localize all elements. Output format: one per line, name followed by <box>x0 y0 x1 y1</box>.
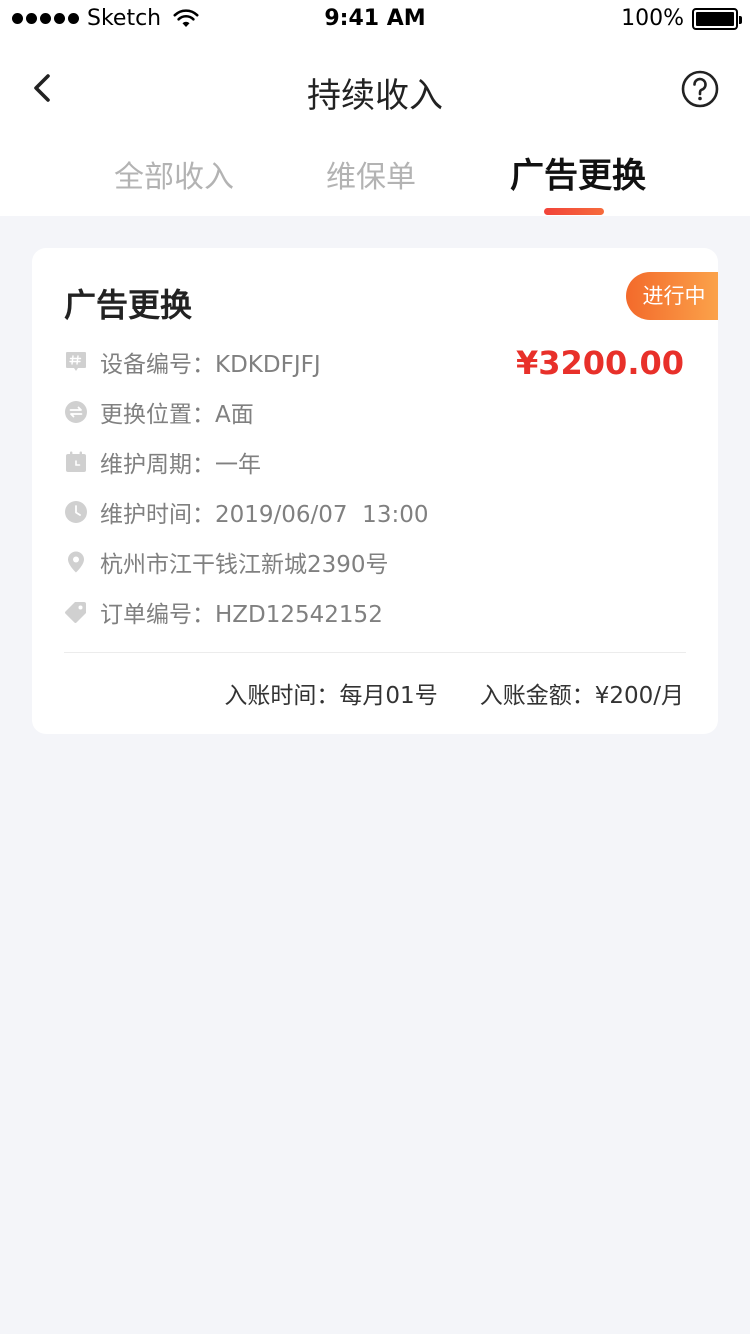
page-title: 持续收入 <box>307 76 443 116</box>
card-footer: 入账时间：每月01号 入账金额：¥200/月 <box>224 676 684 710</box>
info-row-position: 更换位置：A面 <box>64 394 254 430</box>
clock-icon <box>64 500 88 524</box>
tab-all-income[interactable]: 全部收入 <box>114 152 234 196</box>
tab-ad-replacement[interactable]: 广告更换 <box>510 148 646 197</box>
active-tab-indicator <box>544 208 604 215</box>
price-tag-icon <box>64 600 88 624</box>
card-title: 广告更换 <box>64 286 193 324</box>
tab-bar: 全部收入 维保单 广告更换 <box>0 148 750 216</box>
status-bar: Sketch 9:41 AM 100% <box>0 0 750 40</box>
status-badge: 进行中 <box>626 272 718 320</box>
device-id-text: 设备编号：KDKDFJFJ <box>100 352 321 378</box>
tab-maintenance-orders[interactable]: 维保单 <box>326 152 416 196</box>
info-row-address: 杭州市江干钱江新城2390号 <box>64 544 389 580</box>
swap-icon <box>64 400 88 424</box>
address-text: 杭州市江干钱江新城2390号 <box>100 552 389 578</box>
status-right: 100% <box>621 6 742 31</box>
maintenance-time-text: 维护时间：2019/06/07 13:00 <box>100 502 429 528</box>
info-row-device-id: 设备编号：KDKDFJFJ <box>64 344 321 380</box>
entry-time-text: 入账时间：每月01号 <box>224 683 438 709</box>
header-area: Sketch 9:41 AM 100% 持续收入 全部收入 维保单 广告更换 <box>0 0 750 216</box>
price-amount: ¥3200.00 <box>515 344 684 382</box>
order-number-text: 订单编号：HZD12542152 <box>100 602 383 628</box>
info-row-cycle: 维护周期：一年 <box>64 444 261 480</box>
battery-icon <box>692 7 742 30</box>
info-row-order-number: 订单编号：HZD12542152 <box>64 594 383 630</box>
nav-bar: 持续收入 <box>0 40 750 138</box>
income-card[interactable]: 广告更换 进行中 ¥3200.00 设备编号：KDKDFJFJ 更换位置：A面 <box>32 248 718 734</box>
help-icon[interactable] <box>680 69 720 109</box>
calendar-icon <box>64 450 88 474</box>
position-text: 更换位置：A面 <box>100 402 254 428</box>
location-pin-icon <box>64 550 88 574</box>
battery-percent: 100% <box>621 6 684 31</box>
info-row-time: 维护时间：2019/06/07 13:00 <box>64 494 428 530</box>
cycle-text: 维护周期：一年 <box>100 452 261 478</box>
hash-tag-icon <box>64 350 88 374</box>
card-divider <box>64 652 686 653</box>
entry-amount-text: 入账金额：¥200/月 <box>479 683 684 709</box>
